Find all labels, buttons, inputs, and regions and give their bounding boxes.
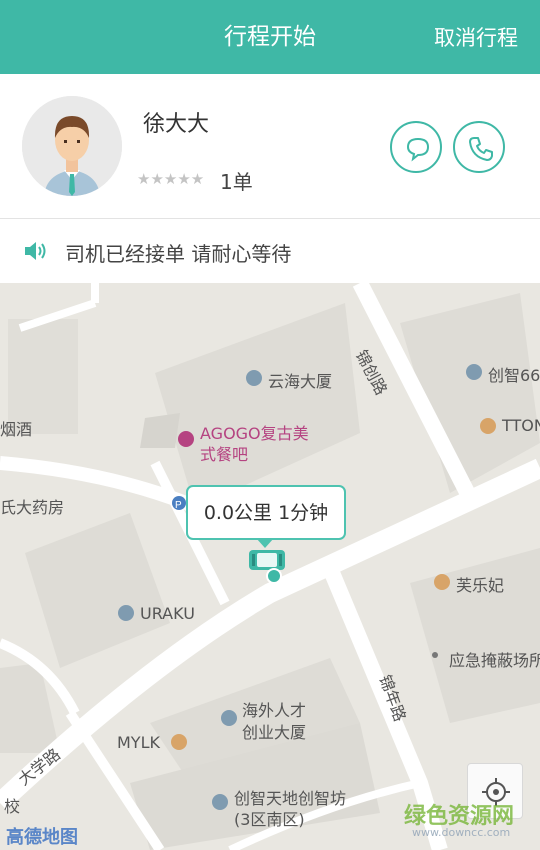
cancel-trip-button[interactable]: 取消行程 <box>434 0 518 74</box>
driver-card: 徐大大 ★★★★★ 1单 <box>0 74 540 219</box>
svg-text:P: P <box>175 500 182 511</box>
chat-bubble-icon <box>406 137 430 162</box>
poi-agogo-line2: 式餐吧 <box>200 445 249 464</box>
eta-bubble-tail <box>256 538 274 548</box>
poi-tton[interactable]: TTON <box>502 416 540 435</box>
poi-school[interactable]: 校 <box>4 793 20 817</box>
eta-bubble: 0.0公里 1分钟 <box>186 485 346 540</box>
poi-yanjiu[interactable]: 烟酒 <box>0 416 32 440</box>
poi-mylk[interactable]: MYLK <box>117 733 160 752</box>
poi-pharmacy[interactable]: 氏大药房 <box>0 494 64 518</box>
speaker-icon <box>25 242 46 260</box>
status-notice: 司机已经接单 请耐心等待 <box>0 219 540 283</box>
poi-uraku[interactable]: URAKU <box>140 604 195 623</box>
poi-haiwai[interactable]: 海外人才 <box>242 697 306 721</box>
poi-fulefei[interactable]: 芙乐妃 <box>456 572 504 596</box>
poi-shelter[interactable]: 应急掩蔽场所 <box>449 647 540 671</box>
pickup-location-dot <box>266 568 282 584</box>
poi-chuangzhi66[interactable]: 创智66 <box>488 362 540 386</box>
top-bar: 行程开始 取消行程 <box>0 0 540 74</box>
rating-stars: ★★★★★ <box>137 170 205 188</box>
driver-avatar <box>22 96 122 196</box>
order-count: 1单 <box>220 170 253 194</box>
watermark-url: www.downcc.com <box>412 826 511 839</box>
poi-haiwai-line2: 创业大厦 <box>242 723 307 742</box>
avatar-illustration <box>22 96 122 196</box>
driver-name: 徐大大 <box>143 112 210 137</box>
poi-chuangzhitiandi-line2: (3区南区) <box>234 810 305 829</box>
amap-logo: 高德地图 <box>6 827 78 848</box>
car-marker <box>249 550 285 570</box>
call-driver-button[interactable] <box>453 121 505 173</box>
phone-icon <box>469 137 493 161</box>
poi-yunhai[interactable]: 云海大厦 <box>268 368 332 392</box>
map-view[interactable]: P 云海大厦 创智66 TTON AGOGO复古美 式餐吧 烟酒 氏大药房 UR… <box>0 283 540 850</box>
notice-text: 司机已经接单 请耐心等待 <box>65 242 292 266</box>
message-driver-button[interactable] <box>390 121 442 173</box>
